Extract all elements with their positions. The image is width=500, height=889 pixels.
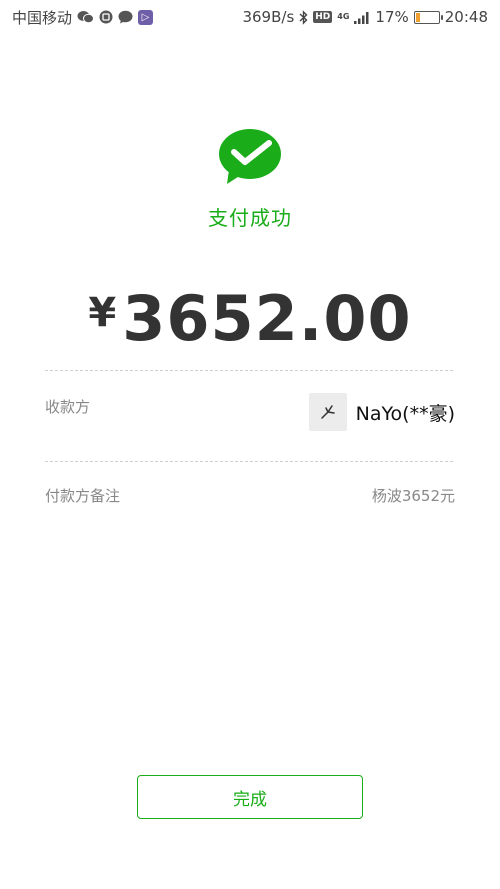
status-bar: 中国移动 ▷ 369B/s HD 4G 17% 20:48 xyxy=(0,0,500,34)
battery-percent: 17% xyxy=(375,8,409,26)
payee-info: NaYo(**豪) xyxy=(308,393,455,431)
payee-label: 收款方 xyxy=(45,398,91,416)
battery-fill xyxy=(415,12,420,22)
signal-strength-icon xyxy=(354,11,370,24)
payee-avatar xyxy=(308,393,347,431)
payee-avatar-icon xyxy=(320,405,335,419)
payee-name: NaYo(**豪) xyxy=(355,402,455,425)
payment-status-title: 支付成功 xyxy=(208,206,292,230)
remark-label: 付款方备注 xyxy=(45,487,121,505)
divider xyxy=(45,461,453,462)
bluetooth-icon xyxy=(299,9,308,25)
payment-amount: ¥3652.00 xyxy=(0,282,500,355)
divider xyxy=(45,370,453,371)
clock-time: 20:48 xyxy=(444,8,488,26)
battery-icon xyxy=(413,10,443,24)
done-button[interactable]: 完成 xyxy=(137,775,363,819)
network-speed: 369B/s xyxy=(242,8,295,26)
remark-value: 杨波3652元 xyxy=(371,487,455,505)
video-app-icon: ▷ xyxy=(138,9,154,25)
carrier-name: 中国移动 xyxy=(12,8,73,27)
app-notification-icon xyxy=(99,10,113,24)
message-bubble-icon xyxy=(118,10,133,24)
hd-voice-icon: HD xyxy=(313,11,333,23)
wechat-notification-icon xyxy=(77,10,95,24)
network-type-label: 4G xyxy=(337,12,350,21)
amount-value: 3652.00 xyxy=(122,282,412,355)
payment-success-icon xyxy=(217,128,283,186)
currency-symbol: ¥ xyxy=(88,290,117,336)
